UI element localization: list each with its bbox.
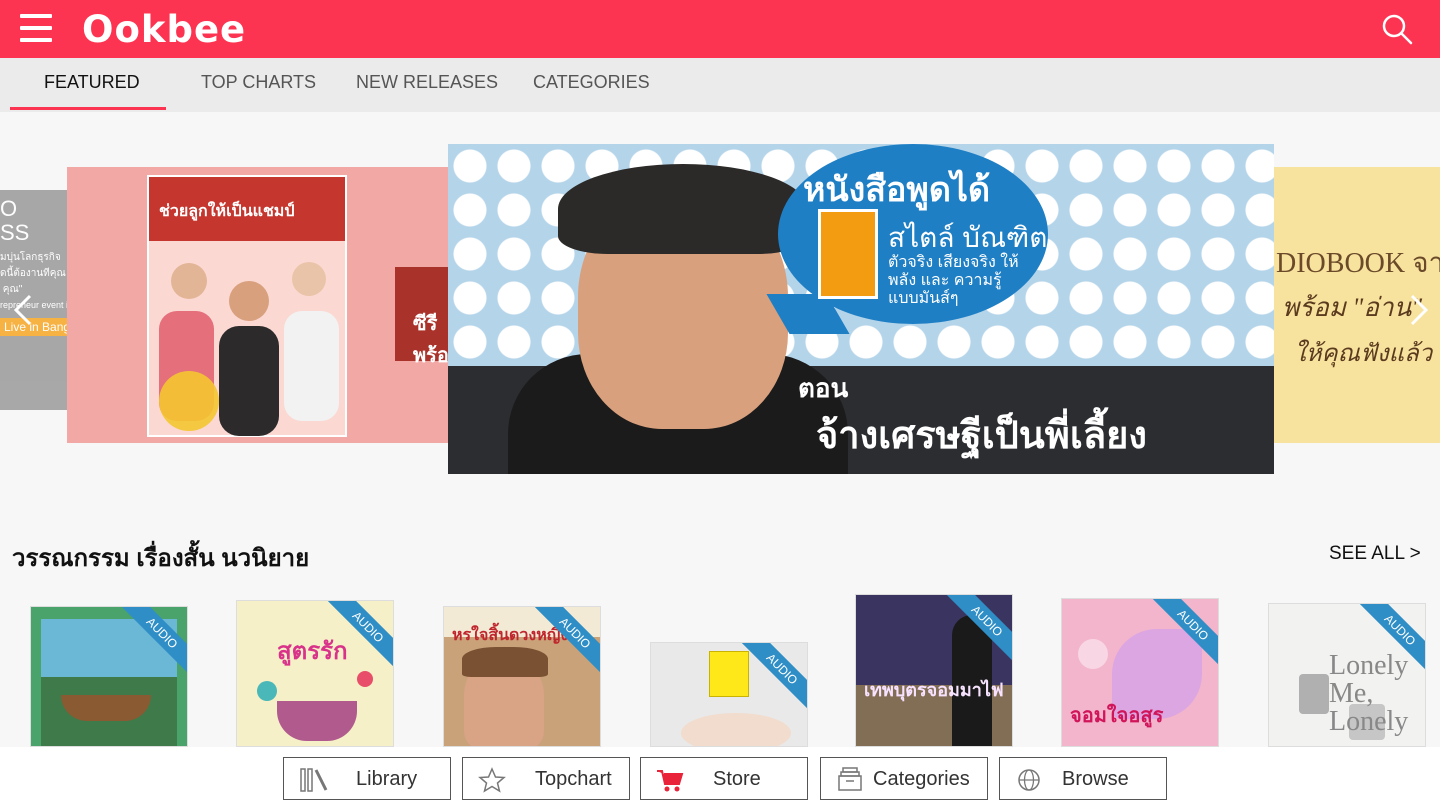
banner-left[interactable]: ช่วยลูกให้เป็นแชมป์ ซีรี พร้อ — [67, 167, 449, 443]
section-title: วรรณกรรม เรื่องสั้น นวนิยาย — [12, 545, 310, 572]
audiobook-icon — [818, 209, 878, 299]
book-cover-title: จอมใจอสูร — [1070, 705, 1164, 727]
book-item[interactable]: จอมใจอสูร AUDIO — [1061, 598, 1219, 747]
book-item[interactable]: AUDIO — [650, 642, 808, 747]
carousel-next-arrow-icon[interactable] — [1398, 290, 1438, 330]
nav-categories-button[interactable]: Categories — [820, 757, 988, 800]
book-item[interactable]: หรใจสิ้นดวงหญิง AUDIO — [443, 606, 601, 747]
star-icon — [478, 767, 506, 793]
book-cover-title: หรใจสิ้นดวงหญิง — [452, 627, 569, 644]
banner-text: มบุ่นโลกธุรกิจ — [0, 252, 61, 263]
book-item[interactable]: AUDIO — [30, 606, 188, 747]
nav-label: Store — [713, 768, 761, 790]
nav-topchart-button[interactable]: Topchart — [462, 757, 630, 800]
search-icon[interactable] — [1380, 12, 1414, 46]
featured-carousel: O SS มบุ่นโลกธุรกิจ ดนี้ต้องานทีคุณ ุ คุ… — [0, 112, 1440, 512]
banner-text: SS — [0, 220, 30, 245]
see-all-link[interactable]: SEE ALL > — [1329, 543, 1421, 565]
tab-new-releases[interactable]: NEW RELEASES — [356, 72, 498, 93]
book-item[interactable]: Lonely Me, Lonely AUDIO — [1268, 603, 1426, 747]
app-header: Ookbee — [0, 0, 1440, 58]
book-cover-title: เทพบุตรจอมมาไฟ — [864, 680, 1004, 700]
family-photo-image — [159, 262, 339, 436]
nav-label: Browse — [1062, 768, 1129, 790]
book-cover-title: สูตรรัก — [277, 638, 348, 665]
nav-label: Library — [356, 768, 418, 790]
book-cover-image: ช่วยลูกให้เป็นแชมป์ — [147, 175, 347, 437]
tab-featured[interactable]: FEATURED — [44, 72, 140, 93]
person-cap — [558, 164, 808, 254]
library-icon — [300, 768, 328, 792]
nav-label: Topchart — [535, 768, 612, 790]
app-logo: Ookbee — [82, 8, 247, 51]
cart-icon — [657, 770, 684, 792]
book-item[interactable]: เทพบุตรจอมมาไฟ AUDIO — [855, 594, 1013, 747]
menu-icon[interactable] — [18, 12, 56, 46]
nav-store-button[interactable]: Store — [640, 757, 808, 800]
banner-text: DIOBOOK จาก — [1276, 248, 1440, 279]
banner-title: หนังสือพูดได้ — [803, 171, 991, 209]
episode-title: จ้างเศรษฐีเป็นพี่เลี้ยง — [816, 415, 1147, 457]
book-item[interactable]: สูตรรัก AUDIO — [236, 600, 394, 747]
banner-main[interactable]: หนังสือพูดได้ สไตล์ บัณฑิต ตัวจริง เสียง… — [448, 144, 1274, 474]
nav-browse-button[interactable]: Browse — [999, 757, 1167, 800]
cover-title: ช่วยลูกให้เป็นแชมป์ — [159, 203, 295, 220]
cover-header: ช่วยลูกให้เป็นแชมป์ — [149, 177, 345, 241]
banner-text: ให้คุณฟังแล้ว — [1294, 341, 1433, 367]
carousel-prev-arrow-icon[interactable] — [4, 290, 44, 330]
active-tab-indicator — [10, 107, 166, 110]
banner-text: O — [0, 196, 18, 221]
book-cover-title: Lonely Me, Lonely — [1329, 650, 1409, 737]
banner-tagline: ตัวจริง เสียงจริง ให้พลัง และ ความรู้ แบ… — [888, 254, 1019, 307]
banner-side-text: ซีรี พร้อ — [413, 313, 449, 367]
tab-categories[interactable]: CATEGORIES — [533, 72, 650, 93]
banner-text: ดนี้ต้องานทีคุณ — [0, 268, 66, 279]
globe-icon — [1018, 769, 1040, 791]
tab-bar: FEATURED TOP CHARTS NEW RELEASES CATEGOR… — [0, 58, 1440, 112]
categories-icon — [838, 767, 862, 791]
nav-library-button[interactable]: Library — [283, 757, 451, 800]
tab-top-charts[interactable]: TOP CHARTS — [201, 72, 316, 93]
episode-label: ตอน — [798, 373, 849, 403]
bottom-navigation: Library Topchart Store Categories Browse — [0, 747, 1440, 810]
banner-side-panel: ซีรี พร้อ — [395, 267, 449, 367]
nav-label: Categories — [873, 768, 970, 790]
